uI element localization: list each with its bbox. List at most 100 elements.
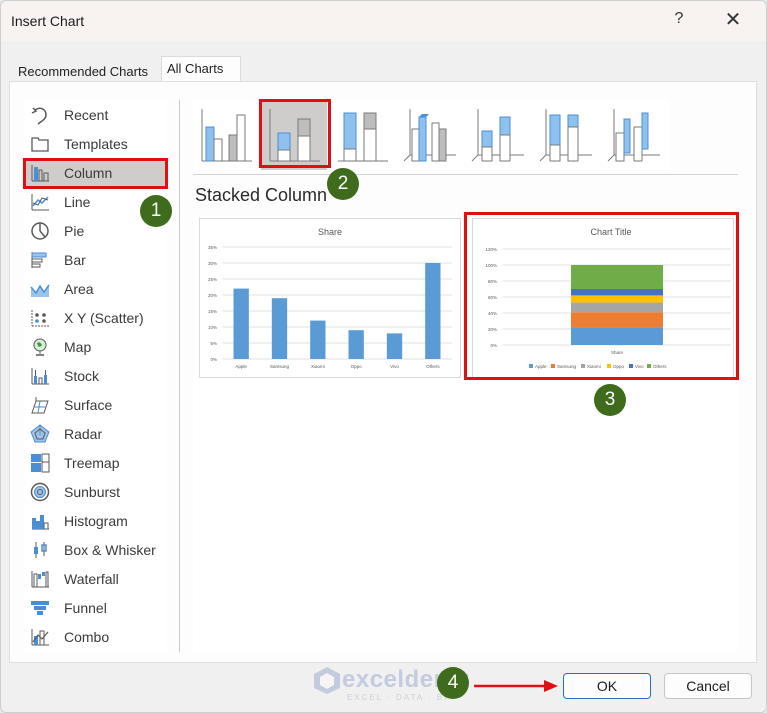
sidebar-item-label: Bar xyxy=(64,251,86,268)
legend-swatch xyxy=(647,364,651,368)
horizontal-divider xyxy=(193,174,738,175)
subtype-3-d-clustered-column-icon[interactable] xyxy=(397,100,463,170)
sidebar-item-area[interactable]: Area xyxy=(24,274,166,303)
legend-label: Others xyxy=(653,364,667,369)
radar-chart-icon xyxy=(29,423,51,445)
close-button[interactable]: ✕ xyxy=(723,7,743,32)
help-button[interactable]: ? xyxy=(672,10,686,28)
sidebar-item-label: Box & Whisker xyxy=(64,541,156,558)
legend-label: Apple xyxy=(535,364,547,369)
sidebar-item-surface[interactable]: Surface xyxy=(24,390,166,419)
stacked-column-chart: Chart Title 0% 20% 40% 60% 80% 100% 120% Share Ap… xyxy=(485,227,731,369)
sidebar-item-label: X Y (Scatter) xyxy=(64,309,144,326)
sidebar-item-label: Combo xyxy=(64,628,110,645)
x-tick-label: Oppo xyxy=(351,364,363,369)
sidebar-item-label: Treemap xyxy=(64,454,120,471)
y-tick-label: 0% xyxy=(490,343,497,348)
sidebar-item-column[interactable]: Column xyxy=(24,158,166,187)
cancel-button[interactable]: Cancel xyxy=(664,673,752,699)
sidebar-item-box-whisker[interactable]: Box & Whisker xyxy=(24,535,166,564)
dialog-title: Insert Chart xyxy=(11,13,85,29)
sidebar-item-sunburst[interactable]: Sunburst xyxy=(24,477,166,506)
subtype-title: Stacked Column xyxy=(195,185,328,205)
subtype-clustered-column-icon[interactable] xyxy=(193,100,259,170)
y-tick-label: 60% xyxy=(488,295,497,300)
subtype-100-stacked-column-icon[interactable] xyxy=(329,100,395,170)
sidebar-item-combo[interactable]: Combo xyxy=(24,622,166,651)
bar-vivo xyxy=(386,333,403,359)
sidebar-item-label: Area xyxy=(64,280,94,297)
treemap-chart-icon xyxy=(29,452,51,474)
legend-swatch xyxy=(581,364,585,368)
line-chart-icon xyxy=(29,191,51,213)
watermark-logo-icon xyxy=(314,667,340,694)
scatter-chart-icon xyxy=(29,307,51,329)
legend-label: Vivo xyxy=(635,364,644,369)
sidebar-item-label: Funnel xyxy=(64,599,107,616)
bar-others xyxy=(425,263,441,359)
x-tick-label: Samsung xyxy=(270,364,290,369)
sidebar-item-funnel[interactable]: Funnel xyxy=(24,593,166,622)
y-tick-label: 5% xyxy=(210,341,217,346)
sidebar-item-x-y-scatter[interactable]: X Y (Scatter) xyxy=(24,303,166,332)
box-whisker-chart-icon xyxy=(29,539,51,561)
sidebar-item-label: Waterfall xyxy=(64,570,119,587)
sidebar-item-label: Pie xyxy=(64,222,85,239)
sidebar-item-label: Radar xyxy=(64,425,103,442)
y-tick-label: 10% xyxy=(208,325,217,330)
tab-all-charts[interactable]: All Charts xyxy=(161,56,241,82)
sidebar-item-bar[interactable]: Bar xyxy=(24,245,166,274)
histogram-chart-icon xyxy=(29,510,51,532)
step-badge-4: 4 xyxy=(437,667,469,699)
ok-button[interactable]: OK xyxy=(563,673,651,699)
legend-label: Samsung xyxy=(557,364,577,369)
sidebar-item-label: Sunburst xyxy=(64,483,121,500)
stock-chart-icon xyxy=(29,365,51,387)
sidebar-item-histogram[interactable]: Histogram xyxy=(24,506,166,535)
sidebar-item-stock[interactable]: Stock xyxy=(24,361,166,390)
legend-swatch xyxy=(529,364,533,368)
vertical-divider xyxy=(179,100,180,652)
share-column-chart: Share 0% 5% 10% 15% 20% 25% 30% 35% Apple Samsung X… xyxy=(208,227,452,369)
subtype-3-d-100-stacked-column-icon[interactable] xyxy=(533,100,599,170)
funnel-chart-icon xyxy=(29,597,51,619)
y-tick-label: 30% xyxy=(208,261,217,266)
arrow-to-ok-icon xyxy=(474,680,558,692)
sidebar-item-map[interactable]: Map xyxy=(24,332,166,361)
sidebar-item-recent[interactable]: Recent xyxy=(24,100,166,129)
area-chart-icon xyxy=(29,278,51,300)
y-tick-label: 120% xyxy=(485,247,497,252)
preview-clustered[interactable]: Share 0% 5% 10% 15% 20% 25% 30% 35% Apple Samsung X… xyxy=(199,218,461,378)
column-chart-icon xyxy=(29,162,51,184)
sidebar-item-radar[interactable]: Radar xyxy=(24,419,166,448)
pie-chart-icon xyxy=(29,220,51,242)
sidebar-item-label: Recent xyxy=(64,106,109,123)
legend-label: Oppo xyxy=(613,364,625,369)
subtype-stacked-column-icon[interactable] xyxy=(261,100,327,170)
surface-chart-icon xyxy=(29,394,51,416)
sidebar-item-label: Line xyxy=(64,193,91,210)
templates-icon xyxy=(29,133,51,155)
y-tick-label: 25% xyxy=(208,277,217,282)
combo-chart-icon xyxy=(29,626,51,648)
y-tick-label: 0% xyxy=(210,357,217,362)
sidebar-item-templates[interactable]: Templates xyxy=(24,129,166,158)
sidebar-item-treemap[interactable]: Treemap xyxy=(24,448,166,477)
watermark-subtext: EXCEL · DATA · BI xyxy=(347,693,449,702)
y-tick-label: 15% xyxy=(208,309,217,314)
y-tick-label: 40% xyxy=(488,311,497,316)
sidebar-item-label: Column xyxy=(64,164,113,181)
preview-stacked[interactable]: Chart Title 0% 20% 40% 60% 80% 100% 120% Share Ap… xyxy=(472,218,734,378)
title-bar: Insert Chart ? ✕ xyxy=(1,1,766,41)
sidebar-item-label: Stock xyxy=(64,367,100,384)
chart-title: Share xyxy=(318,227,342,237)
chart-subtype-gallery xyxy=(193,100,669,170)
bar-samsung xyxy=(271,298,288,359)
x-tick-label: Vivo xyxy=(390,364,399,369)
subtype-3-d-stacked-column-icon[interactable] xyxy=(465,100,531,170)
chart-type-list: Recent Templates Column Line Pie Bar Area X Y (… xyxy=(24,100,166,652)
legend-label: Xiaomi xyxy=(587,364,601,369)
stack-segment-others xyxy=(571,265,663,289)
subtype-3-d-column-icon[interactable] xyxy=(601,100,667,170)
sidebar-item-waterfall[interactable]: Waterfall xyxy=(24,564,166,593)
